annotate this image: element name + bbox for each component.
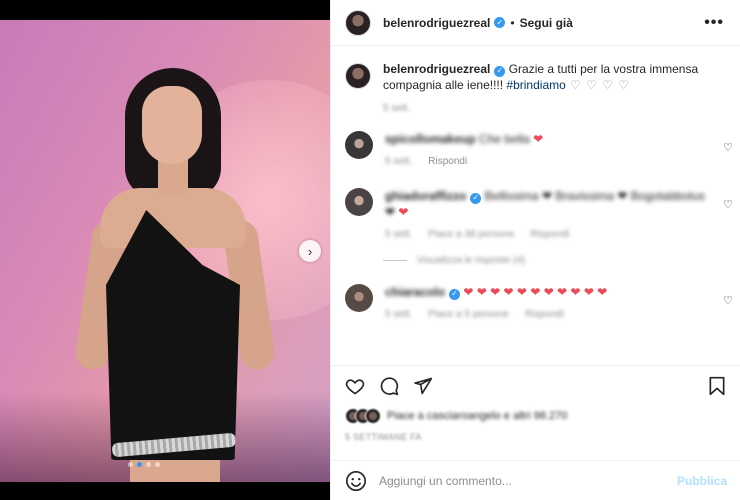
avatar[interactable] [345, 284, 373, 312]
replies-divider [383, 260, 407, 261]
comment-likes[interactable]: Piace a 5 persone [428, 307, 509, 323]
post-actions [331, 365, 740, 405]
photo-subject [70, 60, 280, 482]
comment-time: 5 sett. [385, 229, 413, 240]
comment-body: chiaracolo ✓ ❤ ❤ ❤ ❤ ❤ ❤ ❤ ❤ ❤ ❤ ❤ 5 sett… [385, 284, 705, 323]
carousel-dots [128, 462, 160, 467]
likes-text[interactable]: Piace a casciaroangelo e altri 98.270 [387, 410, 567, 422]
post-media: › [0, 0, 330, 500]
chevron-right-icon: › [307, 243, 313, 259]
add-comment-bar: Pubblica [331, 460, 740, 500]
bookmark-icon[interactable] [707, 376, 727, 396]
comment-meta: 5 sett. Rispondi [385, 154, 705, 170]
comment-heart: ❤ [398, 205, 409, 219]
verified-badge-icon: ✓ [449, 288, 461, 300]
reply-button[interactable]: Rispondi [428, 154, 467, 170]
avatar[interactable] [345, 63, 371, 89]
comment-likes[interactable]: Piace a 38 persone [428, 227, 514, 243]
comment-username[interactable]: ghiadoraffizzo [385, 189, 466, 203]
avatar[interactable] [345, 9, 371, 36]
send-icon[interactable] [413, 376, 433, 396]
post-header: belenrodriguezreal ✓ • Segui già ••• [331, 0, 740, 46]
follow-button[interactable]: Segui già [520, 16, 573, 30]
publish-button[interactable]: Pubblica [677, 474, 727, 488]
verified-badge-icon: ✓ [494, 65, 506, 77]
comment-icon[interactable] [379, 376, 399, 396]
carousel-dot [128, 462, 133, 467]
replies-label[interactable]: Visualizza le risposte (4) [417, 255, 525, 266]
reply-button[interactable]: Rispondi [530, 227, 569, 243]
comment-body: ghiadoraffizzo ✓ Bellissima ❤ Bravissima … [385, 188, 705, 243]
view-replies-button[interactable]: Visualizza le risposte (4) [383, 255, 740, 266]
avatar [365, 408, 381, 424]
comment-meta: 5 sett. Piace a 5 persone Rispondi [385, 307, 705, 323]
header-username[interactable]: belenrodriguezreal [383, 16, 490, 30]
comments-section[interactable]: belenrodriguezreal ✓ Grazie a tutti per l… [331, 47, 740, 365]
likes-summary[interactable]: Piace a casciaroangelo e altri 98.270 [345, 408, 567, 424]
carousel-dot [146, 462, 151, 467]
more-options-icon[interactable]: ••• [704, 14, 724, 32]
post-sidebar: belenrodriguezreal ✓ • Segui già ••• bel… [330, 0, 740, 500]
carousel-dot-active [137, 462, 142, 467]
comment-text: Che bella [479, 132, 534, 146]
comment-heart: ❤ ❤ ❤ ❤ ❤ ❤ ❤ ❤ ❤ ❤ ❤ [463, 285, 608, 299]
reply-button[interactable]: Rispondi [525, 307, 564, 323]
instagram-post: › belenrodriguezreal ✓ • Segui già ••• b… [0, 0, 740, 500]
post-caption: belenrodriguezreal ✓ Grazie a tutti per l… [331, 47, 740, 117]
list-item: ghiadoraffizzo ✓ Bellissima ❤ Bravissima … [331, 188, 740, 243]
caption-time: 5 sett. [383, 103, 411, 114]
caption-hearts: ♡ ♡ ♡ ♡ [565, 78, 631, 92]
post-photo[interactable] [0, 20, 330, 482]
heart-outline-icon[interactable] [345, 376, 365, 396]
carousel-next-button[interactable]: › [299, 240, 321, 262]
comment-time: 5 sett. [385, 156, 413, 167]
comment-heart: ❤ [533, 132, 544, 146]
avatar[interactable] [345, 188, 373, 216]
comment-username[interactable]: chiaracolo [385, 285, 445, 299]
caption-hashtag[interactable]: #brindiamo [506, 78, 565, 92]
comment-like-heart-icon[interactable]: ♡ [723, 141, 733, 154]
list-item: chiaracolo ✓ ❤ ❤ ❤ ❤ ❤ ❤ ❤ ❤ ❤ ❤ ❤ 5 sett… [331, 284, 740, 323]
caption-body: belenrodriguezreal ✓ Grazie a tutti per l… [383, 61, 713, 117]
comment-input[interactable] [379, 473, 677, 488]
comment-time: 5 sett. [385, 309, 413, 320]
verified-badge-icon: ✓ [470, 192, 482, 204]
header-separator: • [510, 15, 515, 30]
avatar[interactable] [345, 131, 373, 159]
comment-like-heart-icon[interactable]: ♡ [723, 198, 733, 211]
post-date: 5 SETTIMANE FA [345, 432, 422, 442]
emoji-icon[interactable] [345, 470, 367, 492]
comment-body: spicollomakeup Che bella ❤ 5 sett. Rispo… [385, 131, 705, 170]
verified-badge-icon: ✓ [494, 17, 506, 28]
subject-face [142, 86, 202, 164]
list-item: spicollomakeup Che bella ❤ 5 sett. Rispo… [331, 131, 740, 170]
comment-username[interactable]: spicollomakeup [385, 132, 476, 146]
comment-like-heart-icon[interactable]: ♡ [723, 294, 733, 307]
comment-meta: 5 sett. Piace a 38 persone Rispondi [385, 227, 705, 243]
caption-username[interactable]: belenrodriguezreal [383, 62, 490, 76]
carousel-dot [155, 462, 160, 467]
